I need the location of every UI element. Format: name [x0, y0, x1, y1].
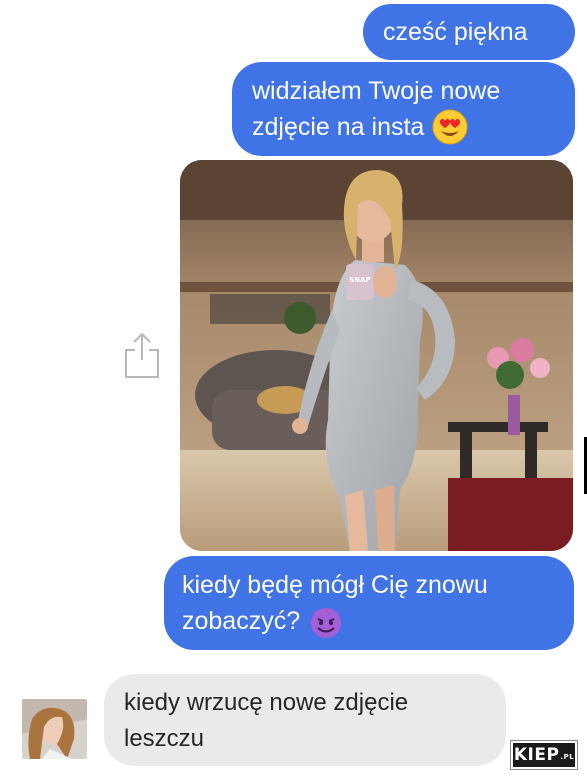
avatar[interactable] [22, 699, 87, 759]
share-icon[interactable] [122, 330, 162, 380]
avatar-image [22, 699, 87, 759]
message-text-line-1: kiedy będę mógł Cię znowu [182, 571, 488, 599]
outgoing-message-1[interactable]: cześć piękna [363, 4, 575, 60]
watermark-suffix: .PL [560, 753, 575, 761]
message-text-line-2: zdjęcie na insta [252, 113, 425, 141]
message-text: cześć piękna [383, 18, 528, 46]
photo-image: SNAP [180, 160, 573, 551]
heart-eyes-emoji-icon [432, 109, 468, 145]
message-text-line-2: zobaczyć? [182, 607, 301, 635]
outgoing-message-3[interactable]: kiedy będę mógł Cię znowu zobaczyć? [164, 556, 574, 650]
message-text-line-2: leszczu [124, 725, 205, 752]
smiling-devil-emoji-icon [311, 608, 342, 638]
shared-photo[interactable]: SNAP [180, 160, 573, 551]
message-text-line-1: kiedy wrzucę nowe zdjęcie [124, 689, 409, 716]
watermark-brand: KIEP [513, 745, 560, 765]
message-text-line-1: widziałem Twoje nowe [252, 77, 501, 105]
incoming-message[interactable]: kiedy wrzucę nowe zdjęcie leszczu [104, 674, 506, 766]
phone-case-text: SNAP [349, 276, 370, 284]
outgoing-message-2[interactable]: widziałem Twoje nowe zdjęcie na insta [232, 62, 575, 156]
kiep-watermark-logo: KIEP .PL [510, 740, 578, 770]
